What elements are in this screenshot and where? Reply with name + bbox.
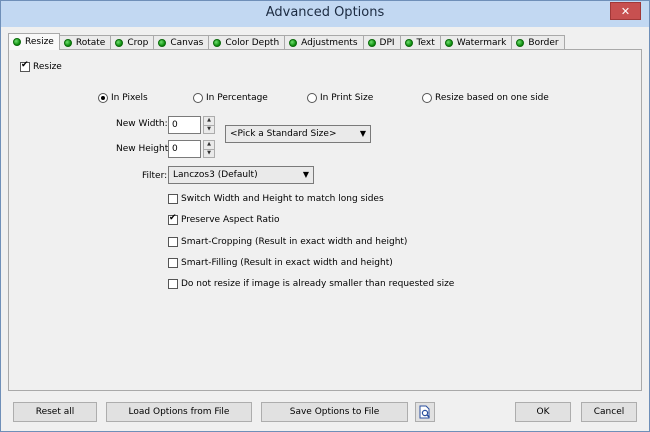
radio-label: Resize based on one side: [435, 93, 549, 103]
tab-resize[interactable]: Resize: [8, 33, 60, 50]
new-width-label: New Width:: [116, 119, 168, 129]
tab-label: Color Depth: [225, 38, 280, 48]
document-magnifier-icon: [419, 405, 430, 419]
load-options-button[interactable]: Load Options from File: [106, 402, 252, 422]
stepper-down-icon[interactable]: ▼: [203, 148, 215, 158]
green-dot-icon: [158, 39, 167, 47]
tab-label: Adjustments: [301, 38, 358, 48]
new-width-input[interactable]: 0: [168, 116, 201, 134]
checkbox-label: Switch Width and Height to match long si…: [181, 194, 384, 204]
do-not-resize-smaller-checkbox[interactable]: Do not resize if image is already smalle…: [168, 279, 454, 289]
tab-label: Text: [416, 38, 435, 48]
standard-size-select[interactable]: <Pick a Standard Size> ▼: [225, 125, 371, 143]
select-value: Lanczos3 (Default): [173, 170, 258, 180]
tab-watermark[interactable]: Watermark: [439, 35, 513, 50]
green-dot-icon: [404, 39, 413, 47]
green-dot-icon: [367, 39, 376, 47]
window-title: Advanced Options: [265, 5, 385, 20]
checkbox-box: [168, 237, 178, 247]
checkbox-box: [168, 194, 178, 204]
green-dot-icon: [13, 38, 21, 46]
resize-panel: Resize In Pixels In Percentage In Print …: [8, 49, 642, 391]
chevron-down-icon: ▼: [359, 129, 366, 138]
tab-label: Rotate: [75, 38, 106, 48]
new-height-input[interactable]: 0: [168, 140, 201, 158]
green-dot-icon: [516, 39, 525, 47]
tab-dpi[interactable]: DPI: [362, 35, 401, 50]
switch-width-height-checkbox[interactable]: Switch Width and Height to match long si…: [168, 194, 384, 204]
checkbox-label: Resize: [33, 62, 62, 72]
close-button[interactable]: ✕: [610, 2, 641, 20]
green-dot-icon: [289, 39, 298, 47]
save-options-button[interactable]: Save Options to File: [261, 402, 408, 422]
tab-label: Watermark: [456, 38, 507, 48]
title-bar: Advanced Options ✕: [1, 1, 649, 27]
tab-label: Canvas: [170, 38, 204, 48]
smart-cropping-checkbox[interactable]: Smart-Cropping (Result in exact width an…: [168, 237, 407, 247]
chevron-down-icon: ▼: [302, 170, 309, 179]
tab-label: Crop: [127, 38, 149, 48]
radio-in-print-size[interactable]: In Print Size: [307, 93, 373, 103]
tab-border[interactable]: Border: [511, 35, 565, 50]
filter-label: Filter:: [142, 171, 168, 181]
checkbox-box: [168, 213, 178, 225]
radio-dot: [193, 93, 203, 103]
checkbox-label: Smart-Filling (Result in exact width and…: [181, 258, 393, 268]
green-dot-icon: [213, 39, 222, 47]
tab-rotate[interactable]: Rotate: [58, 35, 112, 50]
new-width-stepper[interactable]: ▲ ▼: [203, 116, 215, 134]
radio-dot: [422, 93, 432, 103]
ok-button[interactable]: OK: [515, 402, 571, 422]
green-dot-icon: [444, 39, 453, 47]
tab-label: Border: [528, 38, 559, 48]
cancel-button[interactable]: Cancel: [581, 402, 637, 422]
checkbox-label: Smart-Cropping (Result in exact width an…: [181, 237, 408, 247]
filter-select[interactable]: Lanczos3 (Default) ▼: [168, 166, 314, 184]
radio-label: In Percentage: [206, 93, 268, 103]
radio-label: In Pixels: [111, 93, 148, 103]
tab-color-depth[interactable]: Color Depth: [208, 35, 286, 50]
tab-strip: Resize Rotate Crop Canvas Color Depth Ad…: [8, 33, 565, 50]
close-icon: ✕: [620, 4, 631, 18]
tab-canvas[interactable]: Canvas: [153, 35, 210, 50]
advanced-options-window: Advanced Options ✕ Resize Rotate Crop Ca…: [0, 0, 650, 432]
radio-in-percentage[interactable]: In Percentage: [193, 93, 268, 103]
new-height-label: New Height:: [116, 144, 172, 154]
stepper-down-icon[interactable]: ▼: [203, 124, 215, 134]
checkbox-box: [168, 279, 178, 289]
checkbox-box: [20, 60, 30, 72]
radio-resize-one-side[interactable]: Resize based on one side: [422, 93, 549, 103]
green-dot-icon: [63, 39, 72, 47]
radio-in-pixels[interactable]: In Pixels: [98, 93, 148, 103]
tab-label: DPI: [379, 38, 395, 48]
tab-adjustments[interactable]: Adjustments: [284, 35, 364, 50]
new-height-stepper[interactable]: ▲ ▼: [203, 140, 215, 158]
checkbox-box: [168, 258, 178, 268]
checkbox-label: Preserve Aspect Ratio: [181, 215, 280, 225]
reset-all-button[interactable]: Reset all: [13, 402, 97, 422]
preserve-aspect-ratio-checkbox[interactable]: Preserve Aspect Ratio: [168, 213, 280, 225]
tab-text[interactable]: Text: [399, 35, 441, 50]
preview-button[interactable]: [415, 402, 435, 422]
radio-dot: [98, 93, 108, 103]
tab-crop[interactable]: Crop: [110, 35, 155, 50]
green-dot-icon: [115, 39, 124, 47]
select-value: <Pick a Standard Size>: [230, 129, 337, 139]
smart-filling-checkbox[interactable]: Smart-Filling (Result in exact width and…: [168, 258, 393, 268]
radio-label: In Print Size: [320, 93, 374, 103]
checkbox-label: Do not resize if image is already smalle…: [181, 279, 455, 289]
radio-dot: [307, 93, 317, 103]
tab-label: Resize: [25, 37, 54, 47]
resize-enable-checkbox[interactable]: Resize: [20, 60, 62, 72]
